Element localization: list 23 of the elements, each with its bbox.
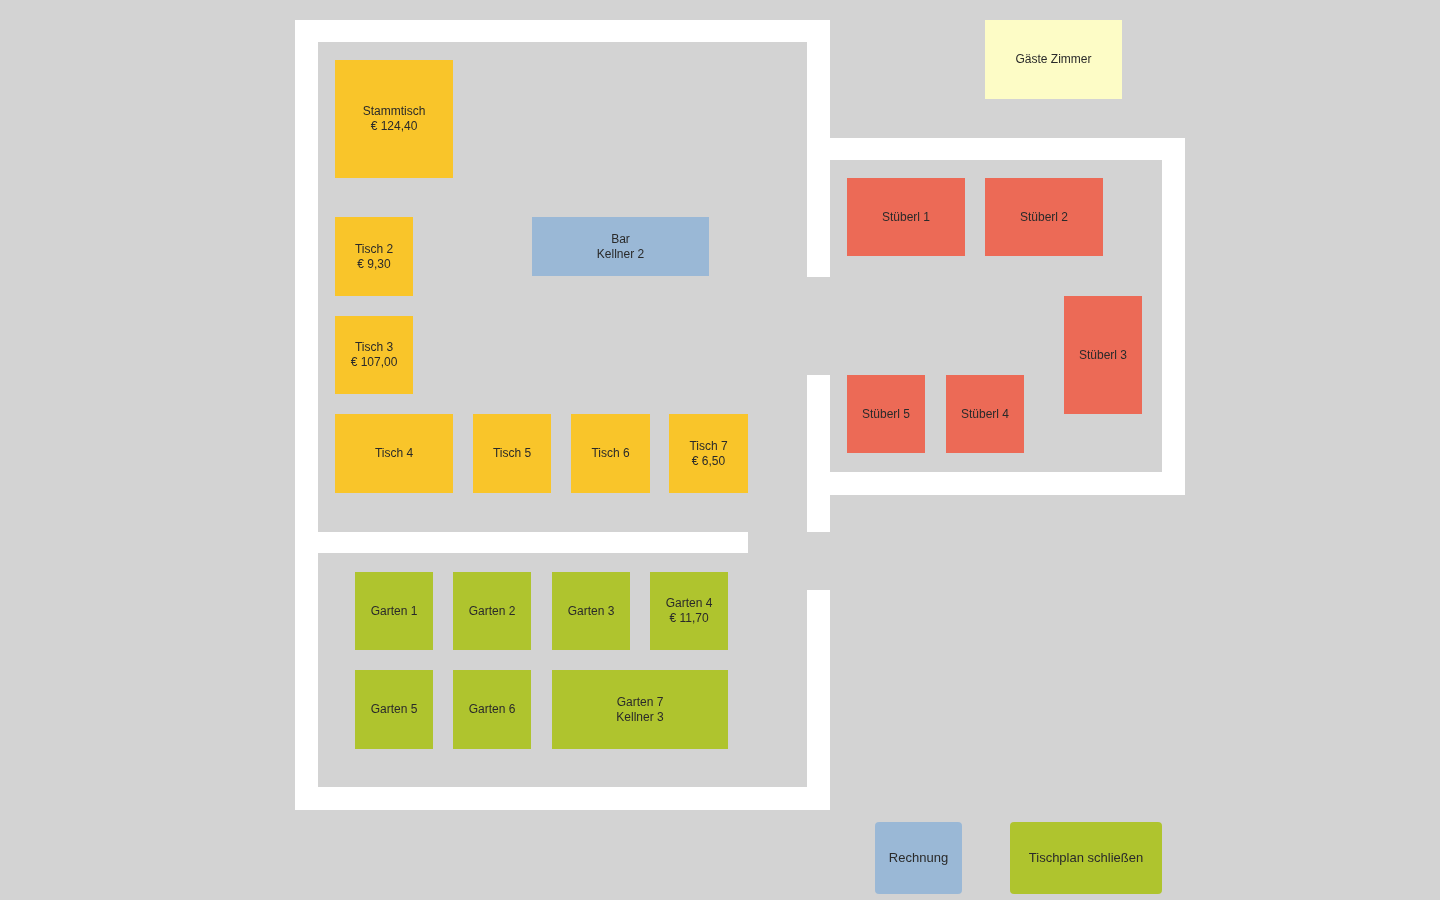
table-tile[interactable]: Bar Kellner 2: [532, 217, 709, 276]
table-tile[interactable]: Gäste Zimmer: [985, 20, 1122, 99]
table-tile[interactable]: Garten 5: [355, 670, 433, 749]
table-tile[interactable]: Garten 7 Kellner 3: [552, 670, 728, 749]
table-tile[interactable]: Tisch 3 € 107,00: [335, 316, 413, 394]
close-plan-button[interactable]: Tischplan schließen: [1010, 822, 1162, 894]
table-tile[interactable]: Stüberl 1: [847, 178, 965, 256]
table-tile[interactable]: Garten 3: [552, 572, 630, 650]
table-tile[interactable]: Tisch 5: [473, 414, 551, 493]
table-tile[interactable]: Tisch 4: [335, 414, 453, 493]
table-tile[interactable]: Stüberl 5: [847, 375, 925, 453]
table-tile[interactable]: Stüberl 2: [985, 178, 1103, 256]
table-tile[interactable]: Garten 4 € 11,70: [650, 572, 728, 650]
table-tile[interactable]: Tisch 6: [571, 414, 650, 493]
table-tile[interactable]: Tisch 7 € 6,50: [669, 414, 748, 493]
table-tile[interactable]: Tisch 2 € 9,30: [335, 217, 413, 296]
table-tile[interactable]: Stammtisch € 124,40: [335, 60, 453, 178]
bill-button[interactable]: Rechnung: [875, 822, 962, 894]
table-tile[interactable]: Garten 1: [355, 572, 433, 650]
table-tile[interactable]: Garten 2: [453, 572, 531, 650]
table-tile[interactable]: Stüberl 3: [1064, 296, 1142, 414]
table-tile[interactable]: Garten 6: [453, 670, 531, 749]
table-tile[interactable]: Stüberl 4: [946, 375, 1024, 453]
